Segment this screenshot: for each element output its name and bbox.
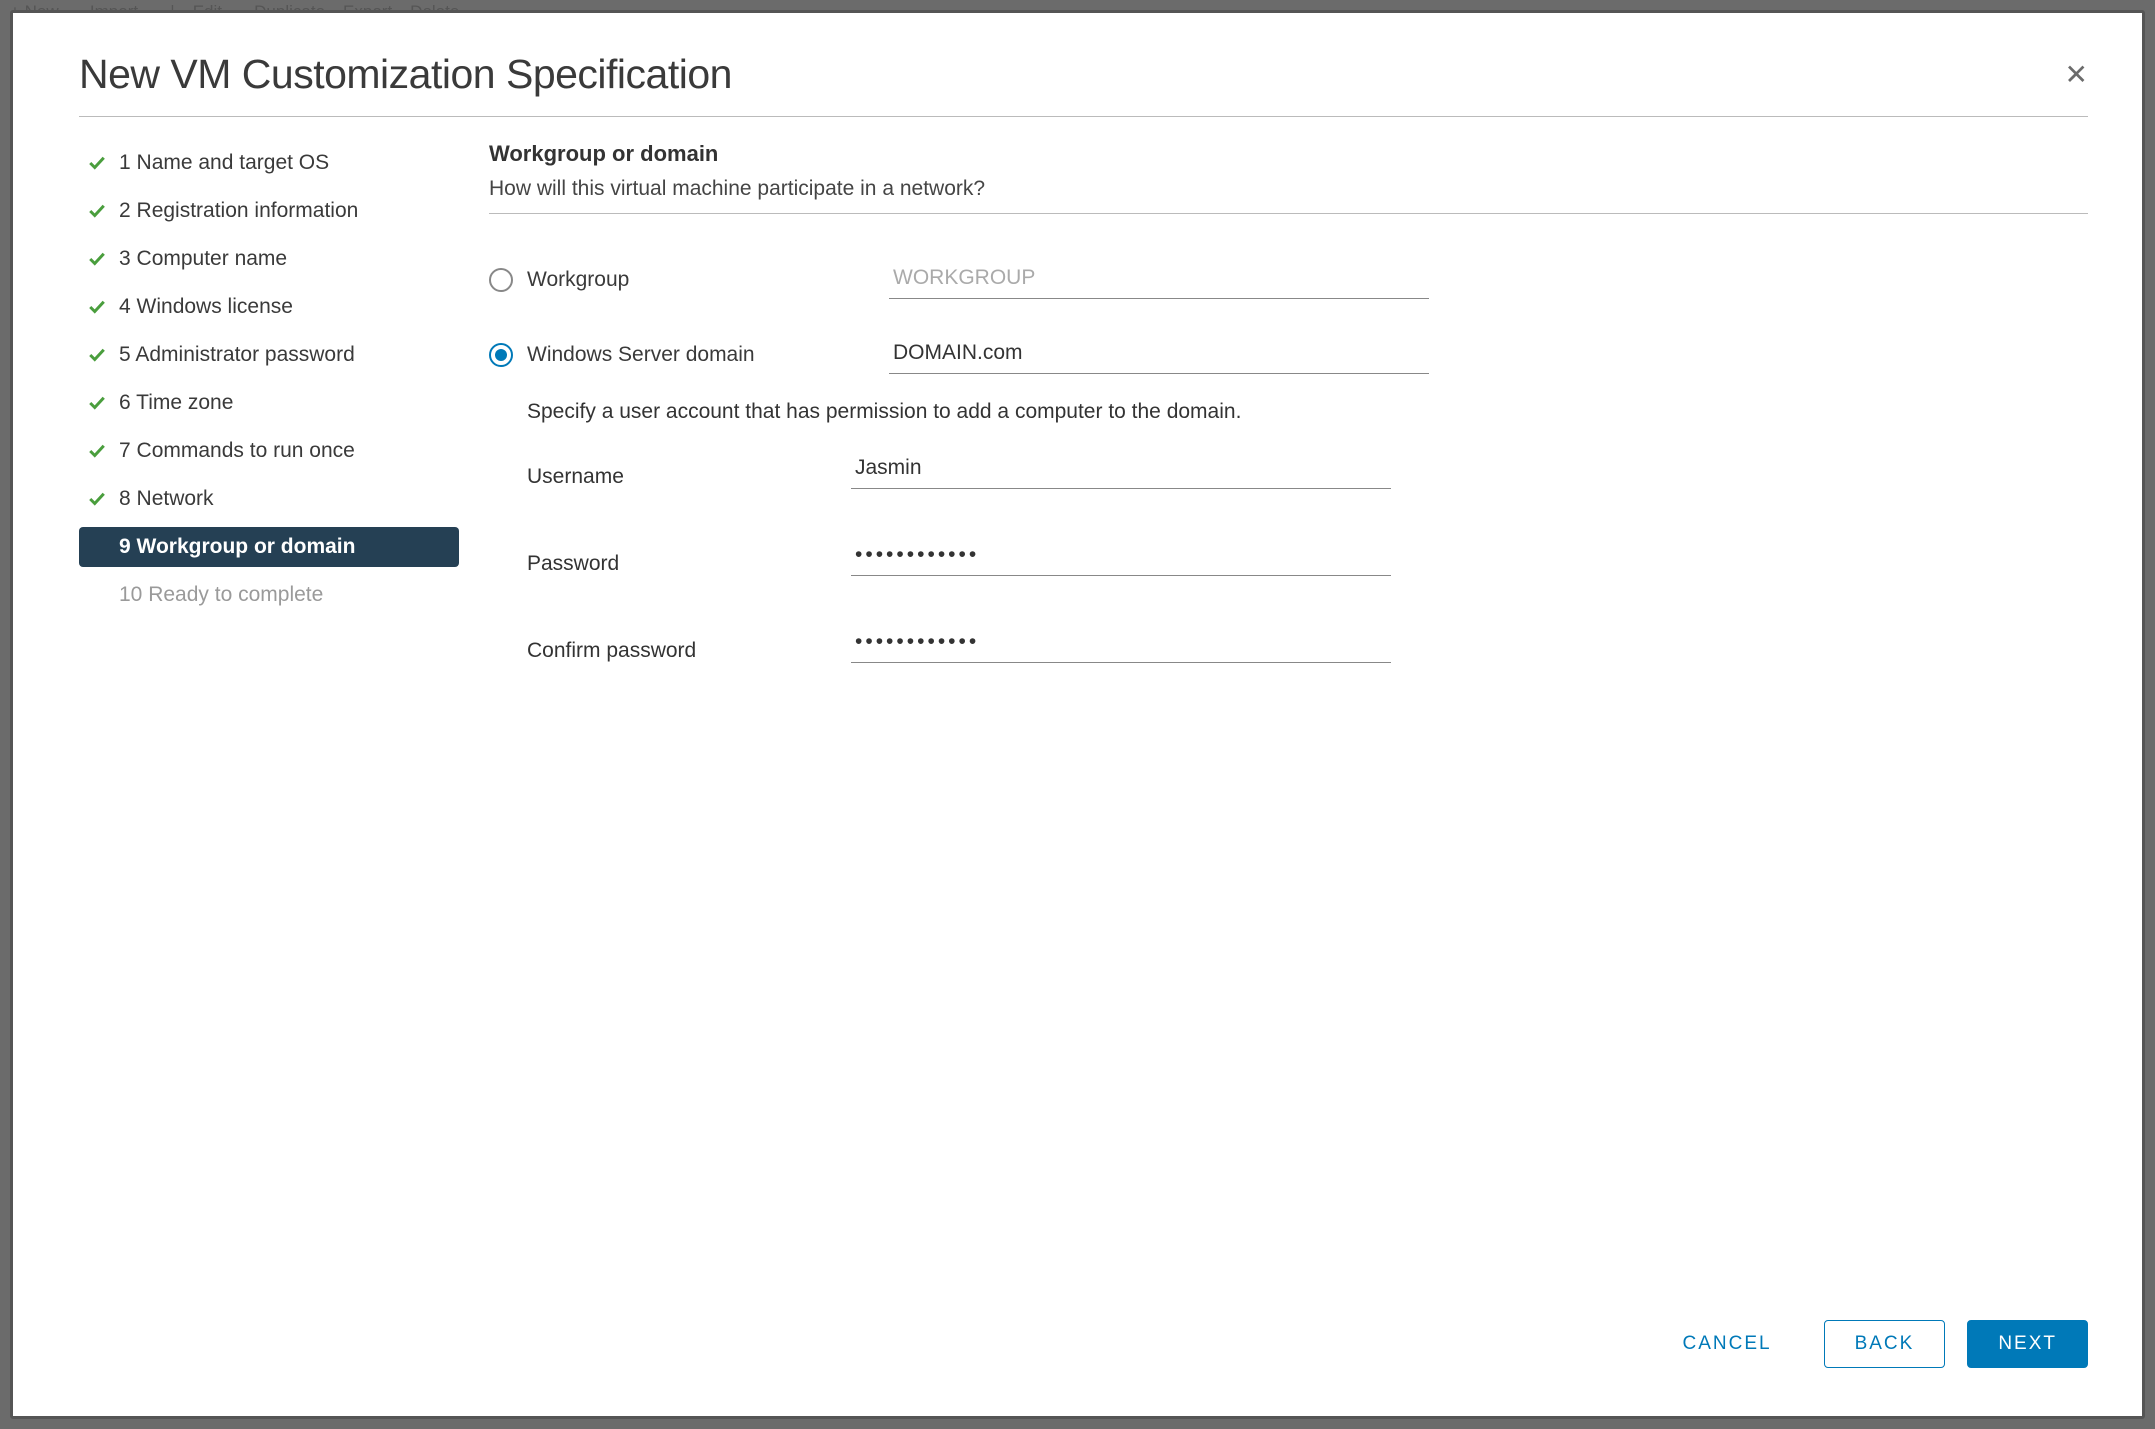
step-label: 5 Administrator password bbox=[119, 343, 355, 367]
check-icon bbox=[87, 249, 107, 269]
step-label: 8 Network bbox=[119, 487, 214, 511]
workgroup-radio-label: Workgroup bbox=[527, 268, 629, 292]
domain-radio-label: Windows Server domain bbox=[527, 343, 755, 367]
cancel-button[interactable]: CANCEL bbox=[1652, 1321, 1801, 1367]
step-ready-to-complete: 10 Ready to complete bbox=[79, 575, 459, 615]
step-name-and-target-os[interactable]: 1 Name and target OS bbox=[79, 143, 459, 183]
workgroup-row: Workgroup bbox=[489, 260, 2088, 299]
dialog-footer: CANCEL BACK NEXT bbox=[13, 1290, 2142, 1416]
confirm-password-input[interactable]: •••••••••••• bbox=[851, 624, 1391, 663]
step-administrator-password[interactable]: 5 Administrator password bbox=[79, 335, 459, 375]
domain-radio[interactable] bbox=[489, 343, 513, 367]
step-label: 6 Time zone bbox=[119, 391, 233, 415]
step-label: 2 Registration information bbox=[119, 199, 358, 223]
close-icon[interactable]: ✕ bbox=[2065, 61, 2088, 89]
step-registration-information[interactable]: 2 Registration information bbox=[79, 191, 459, 231]
domain-helper-text: Specify a user account that has permissi… bbox=[527, 400, 2088, 424]
check-icon bbox=[87, 393, 107, 413]
confirm-password-label: Confirm password bbox=[527, 639, 696, 662]
next-button[interactable]: NEXT bbox=[1967, 1320, 2088, 1368]
password-row: Password •••••••••••• bbox=[489, 537, 2088, 576]
dialog-body: 1 Name and target OS 2 Registration info… bbox=[13, 117, 2142, 1290]
domain-input[interactable] bbox=[889, 335, 1429, 374]
wizard-steps-sidebar: 1 Name and target OS 2 Registration info… bbox=[79, 137, 459, 1290]
content-title: Workgroup or domain bbox=[489, 141, 2088, 167]
password-label: Password bbox=[527, 552, 619, 575]
step-computer-name[interactable]: 3 Computer name bbox=[79, 239, 459, 279]
workgroup-radio[interactable] bbox=[489, 268, 513, 292]
step-windows-license[interactable]: 4 Windows license bbox=[79, 287, 459, 327]
step-label: 10 Ready to complete bbox=[119, 583, 323, 607]
step-placeholder bbox=[87, 585, 107, 605]
content-subtitle: How will this virtual machine participat… bbox=[489, 177, 2088, 201]
step-label: 4 Windows license bbox=[119, 295, 293, 319]
check-icon bbox=[87, 489, 107, 509]
step-label: 9 Workgroup or domain bbox=[119, 535, 355, 559]
password-input[interactable]: •••••••••••• bbox=[851, 537, 1391, 576]
check-icon bbox=[87, 201, 107, 221]
domain-row: Windows Server domain bbox=[489, 335, 2088, 374]
radio-dot-icon bbox=[495, 349, 507, 361]
step-placeholder bbox=[87, 537, 107, 557]
back-button[interactable]: BACK bbox=[1824, 1320, 1946, 1368]
step-time-zone[interactable]: 6 Time zone bbox=[79, 383, 459, 423]
step-label: 1 Name and target OS bbox=[119, 151, 329, 175]
step-label: 7 Commands to run once bbox=[119, 439, 355, 463]
wizard-content: Workgroup or domain How will this virtua… bbox=[489, 137, 2088, 1290]
step-workgroup-or-domain[interactable]: 9 Workgroup or domain bbox=[79, 527, 459, 567]
username-label: Username bbox=[527, 465, 624, 488]
step-commands-to-run-once[interactable]: 7 Commands to run once bbox=[79, 431, 459, 471]
workgroup-input bbox=[889, 260, 1429, 299]
check-icon bbox=[87, 345, 107, 365]
customization-spec-dialog: New VM Customization Specification ✕ 1 N… bbox=[10, 10, 2145, 1419]
check-icon bbox=[87, 297, 107, 317]
dialog-header: New VM Customization Specification ✕ bbox=[13, 13, 2142, 116]
username-input[interactable] bbox=[851, 450, 1391, 489]
dialog-title: New VM Customization Specification bbox=[79, 51, 2076, 98]
check-icon bbox=[87, 153, 107, 173]
step-label: 3 Computer name bbox=[119, 247, 287, 271]
confirm-password-row: Confirm password •••••••••••• bbox=[489, 624, 2088, 663]
check-icon bbox=[87, 441, 107, 461]
username-row: Username bbox=[489, 450, 2088, 489]
step-network[interactable]: 8 Network bbox=[79, 479, 459, 519]
content-divider bbox=[489, 213, 2088, 214]
